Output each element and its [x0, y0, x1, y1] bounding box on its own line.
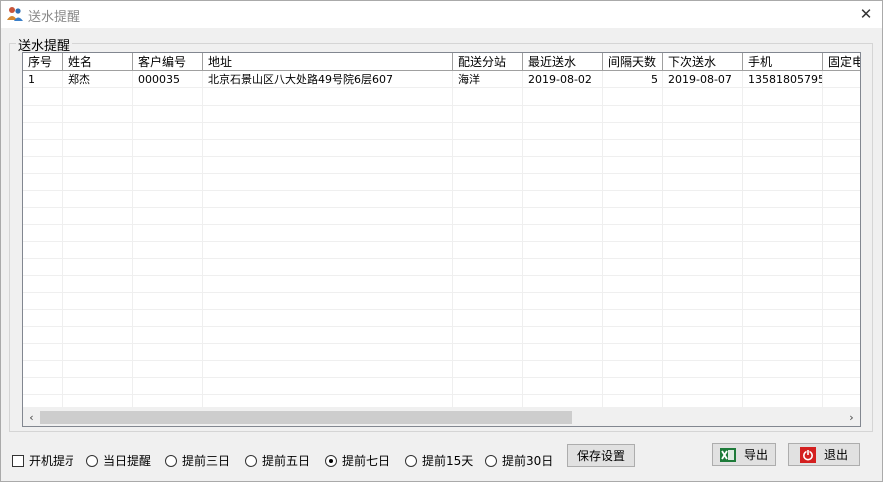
- radio-label: 提前30日: [502, 454, 554, 468]
- radio-label: 当日提醒: [103, 454, 152, 468]
- radio-label: 提前七日: [342, 454, 391, 468]
- window-title: 送水提醒: [28, 10, 81, 25]
- power-icon: [799, 446, 816, 463]
- users-icon: [7, 6, 23, 22]
- radio-15-days[interactable]: 提前15天: [405, 452, 473, 469]
- table-row[interactable]: 1 郑杰 000035 北京石景山区八大处路49号院6层607 海洋 2019-…: [23, 71, 860, 88]
- radio-button[interactable]: [86, 454, 98, 467]
- radio-button[interactable]: [245, 454, 257, 467]
- col-header-mobile[interactable]: 手机: [743, 53, 823, 71]
- scroll-thumb[interactable]: [40, 411, 572, 424]
- cell-name: 郑杰: [63, 71, 133, 88]
- title-bar: 送水提醒 ✕: [1, 1, 882, 28]
- radio-3-days[interactable]: 提前三日: [165, 452, 230, 469]
- startup-remind-label: 开机提示: [29, 454, 73, 468]
- cell-next-delivery: 2019-08-07: [663, 71, 743, 88]
- col-header-last-delivery[interactable]: 最近送水: [523, 53, 603, 71]
- col-header-phone[interactable]: 固定电: [823, 53, 860, 71]
- col-header-name[interactable]: 姓名: [63, 53, 133, 71]
- cell-address: 北京石景山区八大处路49号院6层607: [203, 71, 453, 88]
- cell-customer-id: 000035: [133, 71, 203, 88]
- radio-same-day[interactable]: 当日提醒: [86, 452, 151, 469]
- col-header-seq[interactable]: 序号: [23, 53, 63, 71]
- cell-station: 海洋: [453, 71, 523, 88]
- radio-label: 提前三日: [182, 454, 231, 468]
- col-header-customer-id[interactable]: 客户编号: [133, 53, 203, 71]
- scroll-right-icon[interactable]: ›: [843, 408, 860, 426]
- save-settings-button[interactable]: 保存设置: [567, 444, 635, 467]
- col-header-address[interactable]: 地址: [203, 53, 453, 71]
- col-header-interval[interactable]: 间隔天数: [603, 53, 663, 71]
- cell-mobile: 13581805795: [743, 71, 823, 88]
- cell-phone: [823, 71, 860, 88]
- horizontal-scrollbar[interactable]: ‹ ›: [23, 407, 860, 426]
- radio-7-days[interactable]: 提前七日: [325, 452, 390, 469]
- scroll-left-icon[interactable]: ‹: [23, 408, 40, 426]
- radio-button[interactable]: [165, 454, 177, 467]
- radio-button[interactable]: [405, 454, 417, 467]
- radio-label: 提前15天: [422, 454, 474, 468]
- cell-interval-days: 5: [603, 71, 663, 88]
- excel-icon: [719, 447, 736, 463]
- startup-remind-checkbox[interactable]: 开机提示: [12, 452, 73, 469]
- radio-button-selected[interactable]: [325, 454, 337, 467]
- export-label: 导出: [743, 448, 768, 462]
- radio-button[interactable]: [485, 454, 497, 467]
- radio-5-days[interactable]: 提前五日: [245, 452, 310, 469]
- save-settings-label: 保存设置: [576, 449, 625, 463]
- cell-seq: 1: [23, 71, 63, 88]
- radio-30-days[interactable]: 提前30日: [485, 452, 553, 469]
- reminder-table[interactable]: 序号 姓名 客户编号 地址 配送分站 最近送水 间隔天数 下次送水 手机 固定电: [22, 52, 861, 427]
- reminder-window: 送水提醒 ✕ 送水提醒 序号 姓名 客户编号 地址 配送分站 最近送水 间隔天数…: [0, 0, 883, 482]
- col-header-station[interactable]: 配送分站: [453, 53, 523, 71]
- exit-label: 退出: [823, 448, 848, 462]
- export-button[interactable]: 导出: [712, 443, 776, 466]
- checkbox-box[interactable]: [12, 454, 24, 467]
- col-header-next-delivery[interactable]: 下次送水: [663, 53, 743, 71]
- radio-label: 提前五日: [262, 454, 311, 468]
- cell-last-delivery: 2019-08-02: [523, 71, 603, 88]
- close-icon[interactable]: ✕: [854, 3, 878, 25]
- exit-button[interactable]: 退出: [788, 443, 860, 466]
